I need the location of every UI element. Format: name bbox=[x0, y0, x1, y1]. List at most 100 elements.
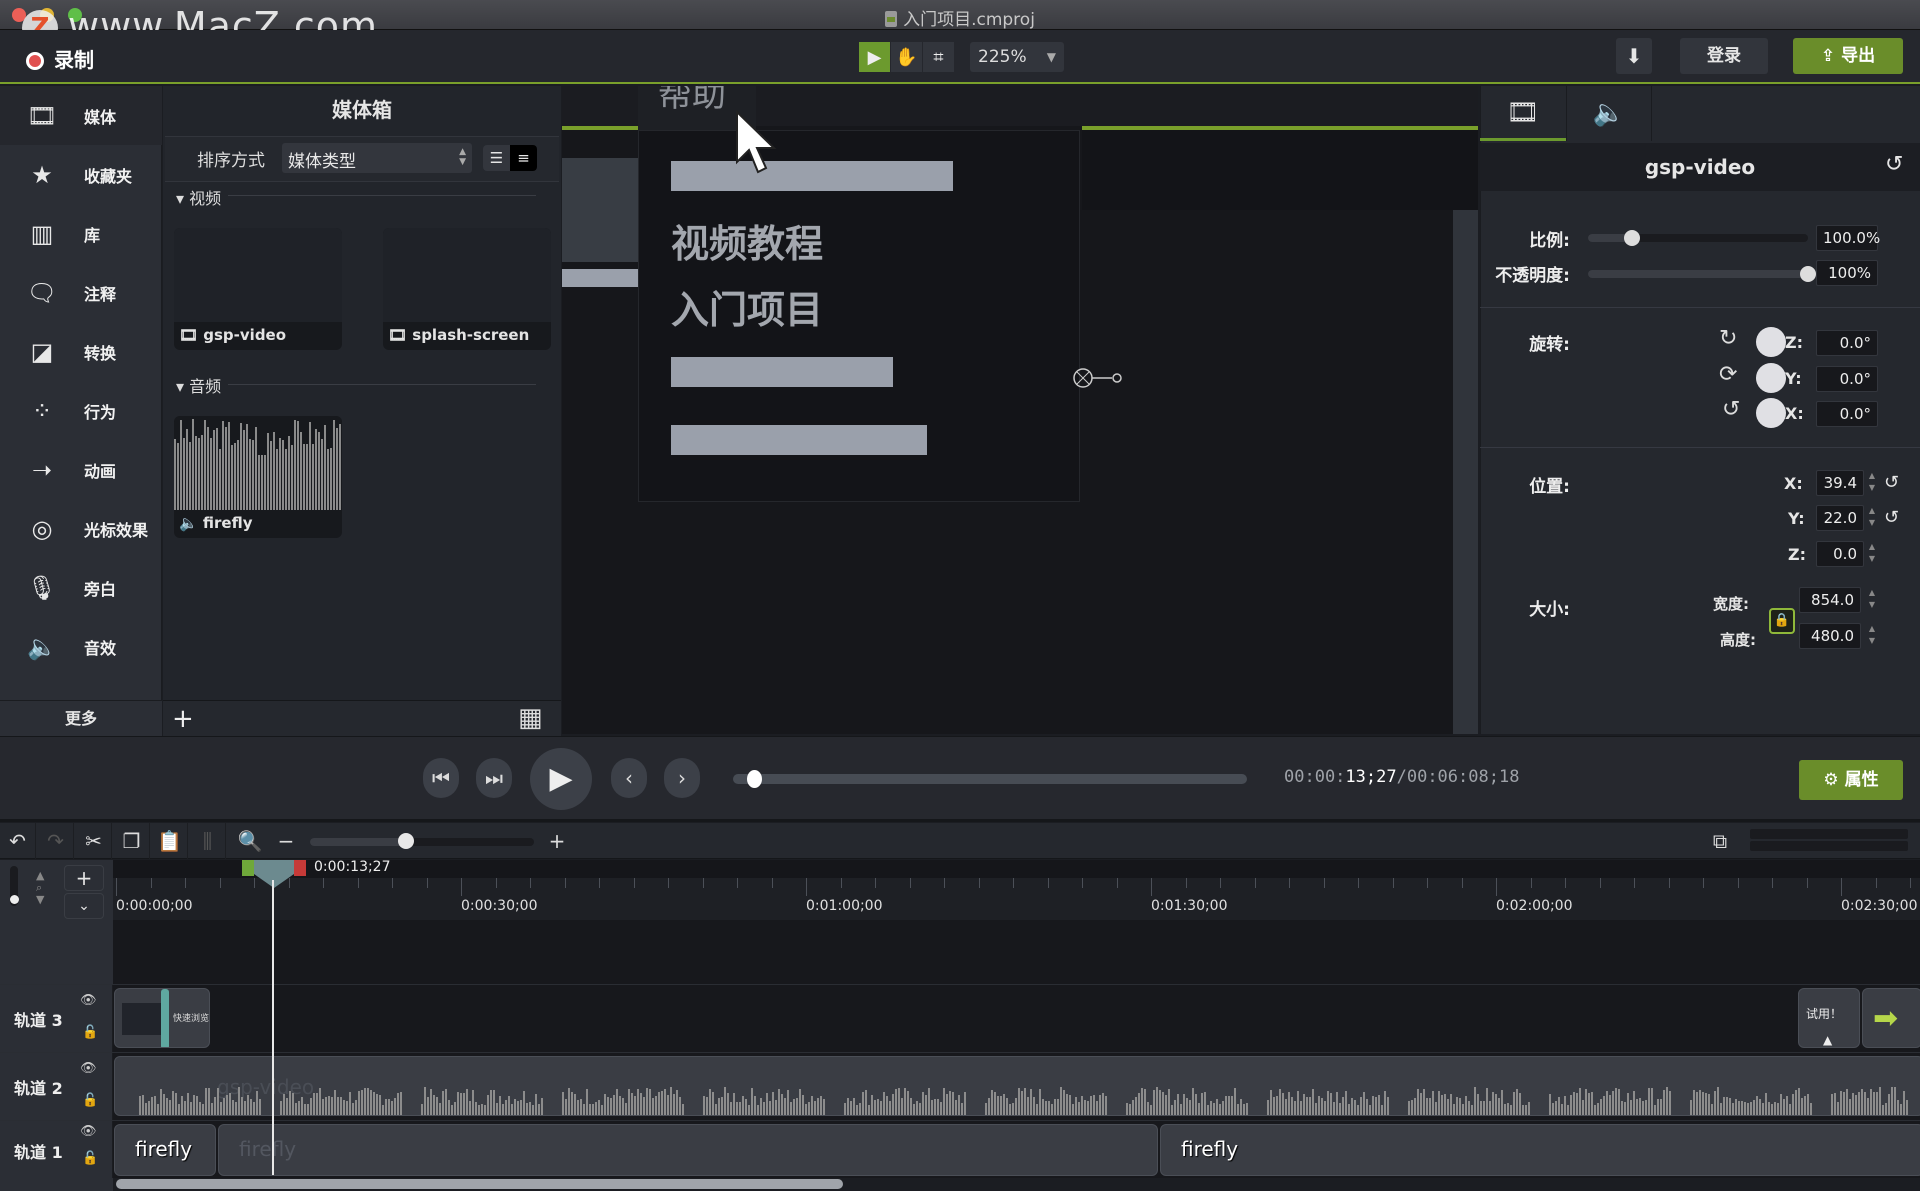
add-media-button[interactable]: + bbox=[172, 704, 194, 734]
pan-tool-button[interactable]: ✋ bbox=[891, 42, 923, 72]
record-button[interactable]: 录制 bbox=[26, 44, 94, 73]
sidebar-item-transitions[interactable]: ◪ 转换 bbox=[0, 322, 162, 381]
timeline-horizontal-scrollbar[interactable] bbox=[116, 1179, 843, 1189]
rotation-z-field[interactable]: 0.0° bbox=[1816, 330, 1878, 356]
previous-marker-button[interactable]: ‹ bbox=[611, 758, 647, 798]
sidebar-item-library[interactable]: ▥ 库 bbox=[0, 204, 162, 263]
scale-slider-knob[interactable] bbox=[1624, 230, 1640, 246]
reset-position-y-icon[interactable]: ↺ bbox=[1884, 507, 1899, 528]
playback-scrubber[interactable] bbox=[733, 774, 1247, 784]
timeline-clip[interactable]: 快速浏览 bbox=[114, 988, 210, 1048]
step-back-button[interactable]: ⏮ bbox=[423, 758, 459, 798]
help-item-getting-started[interactable]: 入门项目 bbox=[671, 279, 823, 334]
select-tool-button[interactable]: ▶ bbox=[859, 42, 891, 72]
position-y-field[interactable]: 22.0 bbox=[1816, 505, 1864, 531]
media-thumb-gsp-video[interactable]: 🎞 gsp-video bbox=[174, 228, 342, 350]
canvas-vertical-scrollbar[interactable] bbox=[1453, 210, 1478, 734]
timeline-clip[interactable]: ➡ bbox=[1862, 988, 1920, 1048]
undo-button[interactable]: ↶ bbox=[0, 823, 36, 859]
height-stepper[interactable]: ▲ ▼ bbox=[1866, 623, 1878, 647]
reset-icon[interactable]: ↺ bbox=[1885, 152, 1903, 177]
add-track-button[interactable]: + bbox=[64, 865, 104, 891]
cut-button[interactable]: ✂ bbox=[76, 823, 112, 859]
sidebar-item-favorites[interactable]: ★ 收藏夹 bbox=[0, 145, 162, 204]
rotation-y-dial[interactable] bbox=[1756, 363, 1786, 393]
timeline-clip[interactable]: firefly bbox=[218, 1124, 1158, 1176]
opacity-slider[interactable] bbox=[1588, 270, 1808, 278]
lock-icon[interactable]: 🔓 bbox=[82, 1151, 98, 1166]
video-section-header[interactable]: ▾ 视频 bbox=[176, 185, 221, 209]
play-button[interactable]: ▶ bbox=[530, 748, 592, 810]
timeline-clip[interactable]: firefly bbox=[114, 1124, 216, 1176]
more-button[interactable]: 更多 bbox=[0, 700, 162, 736]
scale-slider[interactable] bbox=[1588, 234, 1808, 242]
sidebar-item-behaviors[interactable]: ⁘ 行为 bbox=[0, 381, 162, 440]
playhead-handle[interactable] bbox=[242, 860, 308, 888]
width-stepper[interactable]: ▲ ▼ bbox=[1866, 587, 1878, 611]
copy-button[interactable]: ❐ bbox=[114, 823, 150, 859]
zoom-level-select[interactable]: 225% ▼ bbox=[970, 42, 1064, 72]
opacity-value-field[interactable]: 100% bbox=[1816, 260, 1878, 286]
lock-icon[interactable]: 🔓 bbox=[82, 1025, 98, 1040]
timeline-clip[interactable]: gsp-video bbox=[114, 1056, 1920, 1116]
track-1[interactable]: 轨道 1 👁 🔓 firefly firefly firefly bbox=[0, 1120, 1920, 1178]
reset-position-x-icon[interactable]: ↺ bbox=[1884, 472, 1899, 493]
split-button[interactable]: ⫼ bbox=[190, 823, 226, 859]
rotation-z-dial[interactable] bbox=[1756, 327, 1786, 357]
thumbnail-size-button[interactable]: ▦ bbox=[518, 703, 543, 733]
sort-select[interactable]: 媒体类型 ▲ ▼ bbox=[282, 143, 472, 173]
aspect-lock-toggle[interactable]: 🔒 bbox=[1769, 608, 1795, 634]
scrubber-knob[interactable] bbox=[746, 770, 762, 788]
timeline-clip[interactable]: firefly bbox=[1160, 1124, 1920, 1176]
rotation-y-field[interactable]: 0.0° bbox=[1816, 366, 1878, 392]
sidebar-item-media[interactable]: 🎞 媒体 bbox=[0, 86, 162, 145]
sidebar-item-cursor-effects[interactable]: ◎ 光标效果 bbox=[0, 499, 162, 558]
eye-icon[interactable]: 👁 bbox=[80, 993, 97, 1008]
sidebar-item-voice-narration[interactable]: 🎙 旁白 bbox=[0, 558, 162, 617]
next-marker-button[interactable]: › bbox=[664, 758, 700, 798]
redo-button[interactable]: ↷ bbox=[38, 823, 74, 859]
track-options-button[interactable]: ⌄ bbox=[64, 893, 104, 919]
width-field[interactable]: 854.0 bbox=[1799, 587, 1861, 613]
paste-button[interactable]: 📋 bbox=[152, 823, 188, 859]
rotation-anchor-handle[interactable] bbox=[1072, 366, 1128, 390]
timeline-ruler[interactable]: 0:00:00;00 0:00:30;00 0:01:00;00 0:01:30;00… bbox=[113, 878, 1920, 920]
media-thumb-firefly[interactable]: 🔈 firefly bbox=[174, 416, 342, 538]
tab-audio-properties[interactable]: 🔈 bbox=[1566, 86, 1652, 141]
detail-view-button[interactable]: ≡ bbox=[510, 145, 537, 171]
track-3[interactable]: 轨道 3 👁 🔓 快速浏览 试用！ ▲ ➡ bbox=[0, 984, 1920, 1052]
timeline-clip[interactable]: 试用！ ▲ bbox=[1798, 988, 1860, 1048]
properties-button[interactable]: ⚙ 属性 bbox=[1799, 760, 1903, 800]
opacity-slider-knob[interactable] bbox=[1800, 266, 1816, 282]
timeline-empty-area[interactable] bbox=[113, 920, 1920, 984]
eye-icon[interactable]: 👁 bbox=[80, 1124, 97, 1139]
sidebar-item-annotations[interactable]: 🗨 注释 bbox=[0, 263, 162, 322]
download-button[interactable]: ⬇ bbox=[1616, 38, 1652, 74]
sidebar-item-animations[interactable]: ➝ 动画 bbox=[0, 440, 162, 499]
eye-icon[interactable]: 👁 bbox=[80, 1061, 97, 1076]
playhead-line[interactable] bbox=[272, 880, 274, 1175]
list-view-button[interactable]: ☰ bbox=[483, 145, 510, 171]
crop-tool-button[interactable]: ⌗ bbox=[923, 42, 955, 72]
timeline-zoom-slider[interactable] bbox=[310, 838, 534, 846]
track-height-knob[interactable] bbox=[10, 895, 19, 904]
sidebar-item-audio-effects[interactable]: 🔈 音效 bbox=[0, 617, 162, 676]
rotation-x-dial[interactable] bbox=[1756, 398, 1786, 428]
position-x-field[interactable]: 39.4 bbox=[1816, 470, 1864, 496]
zoom-out-button[interactable]: − bbox=[268, 823, 304, 859]
help-item-video-tutorials[interactable]: 视频教程 bbox=[671, 213, 823, 268]
detach-timeline-button[interactable]: ⧉ bbox=[1702, 823, 1738, 859]
position-z-field[interactable]: 0.0 bbox=[1816, 541, 1864, 567]
export-button[interactable]: ⇪ 导出 bbox=[1793, 38, 1903, 74]
step-forward-button[interactable]: ⏭ bbox=[476, 758, 512, 798]
position-y-stepper[interactable]: ▲ ▼ bbox=[1866, 505, 1878, 529]
position-x-stepper[interactable]: ▲ ▼ bbox=[1866, 470, 1878, 494]
rotation-x-field[interactable]: 0.0° bbox=[1816, 401, 1878, 427]
tab-visual-properties[interactable]: 🎞 bbox=[1480, 86, 1566, 141]
login-button[interactable]: 登录 bbox=[1680, 38, 1768, 74]
position-z-stepper[interactable]: ▲ ▼ bbox=[1866, 541, 1878, 565]
lock-icon[interactable]: 🔓 bbox=[82, 1093, 98, 1108]
zoom-in-button[interactable]: + bbox=[539, 823, 575, 859]
height-field[interactable]: 480.0 bbox=[1799, 623, 1861, 649]
scale-value-field[interactable]: 100.0% bbox=[1816, 225, 1880, 251]
